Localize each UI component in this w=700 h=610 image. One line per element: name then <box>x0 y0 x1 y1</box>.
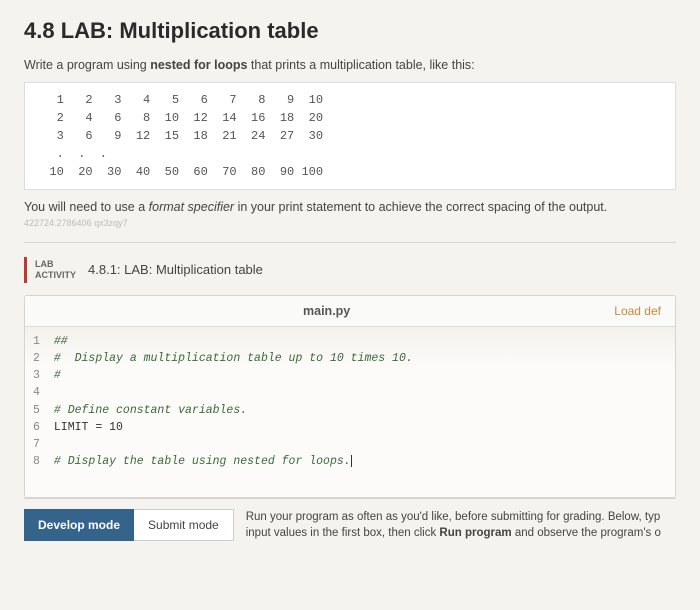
lab-badge-line1: LAB <box>35 259 76 270</box>
divider <box>24 242 676 243</box>
page-title: 4.8 LAB: Multiplication table <box>24 18 676 44</box>
footer-instructions: Run your program as often as you'd like,… <box>246 509 676 541</box>
load-default-link[interactable]: Load def <box>614 304 661 318</box>
submit-mode-button[interactable]: Submit mode <box>134 509 234 541</box>
code-area[interactable]: 12345678 ### Display a multiplication ta… <box>25 327 675 497</box>
code-editor: main.py Load def 12345678 ### Display a … <box>24 295 676 498</box>
multiplication-table-example: 1 2 3 4 5 6 7 8 9 10 2 4 6 8 10 12 14 16… <box>24 82 676 190</box>
note-post: in your print statement to achieve the c… <box>234 200 607 214</box>
code-content[interactable]: ### Display a multiplication table up to… <box>46 327 675 497</box>
filename-tab[interactable]: main.py <box>39 304 614 318</box>
note-pre: You will need to use a <box>24 200 149 214</box>
note-italic: format specifier <box>149 200 234 214</box>
format-note: You will need to use a format specifier … <box>24 200 676 214</box>
editor-tabs: main.py Load def <box>25 296 675 327</box>
lab-section-title: 4.8.1: LAB: Multiplication table <box>88 262 263 277</box>
lab-activity-header: LAB ACTIVITY 4.8.1: LAB: Multiplication … <box>24 257 676 283</box>
line-gutter: 12345678 <box>25 327 46 497</box>
footer-bar: Develop mode Submit mode Run your progra… <box>24 498 676 541</box>
footer-line2-bold: Run program <box>439 527 511 539</box>
intro-text: Write a program using nested for loops t… <box>24 58 676 72</box>
footer-line2-pre: input values in the first box, then clic… <box>246 527 440 539</box>
intro-post: that prints a multiplication table, like… <box>247 58 474 72</box>
mode-buttons: Develop mode Submit mode <box>24 509 234 541</box>
footer-line2-post: and observe the program's o <box>512 527 661 539</box>
lab-badge: LAB ACTIVITY <box>24 257 76 283</box>
lab-badge-line2: ACTIVITY <box>35 270 76 281</box>
develop-mode-button[interactable]: Develop mode <box>24 509 134 541</box>
watermark-text: 422724.2786406 qx3zqy7 <box>24 218 676 228</box>
intro-bold: nested for loops <box>150 58 247 72</box>
intro-pre: Write a program using <box>24 58 150 72</box>
footer-line1: Run your program as often as you'd like,… <box>246 511 661 523</box>
